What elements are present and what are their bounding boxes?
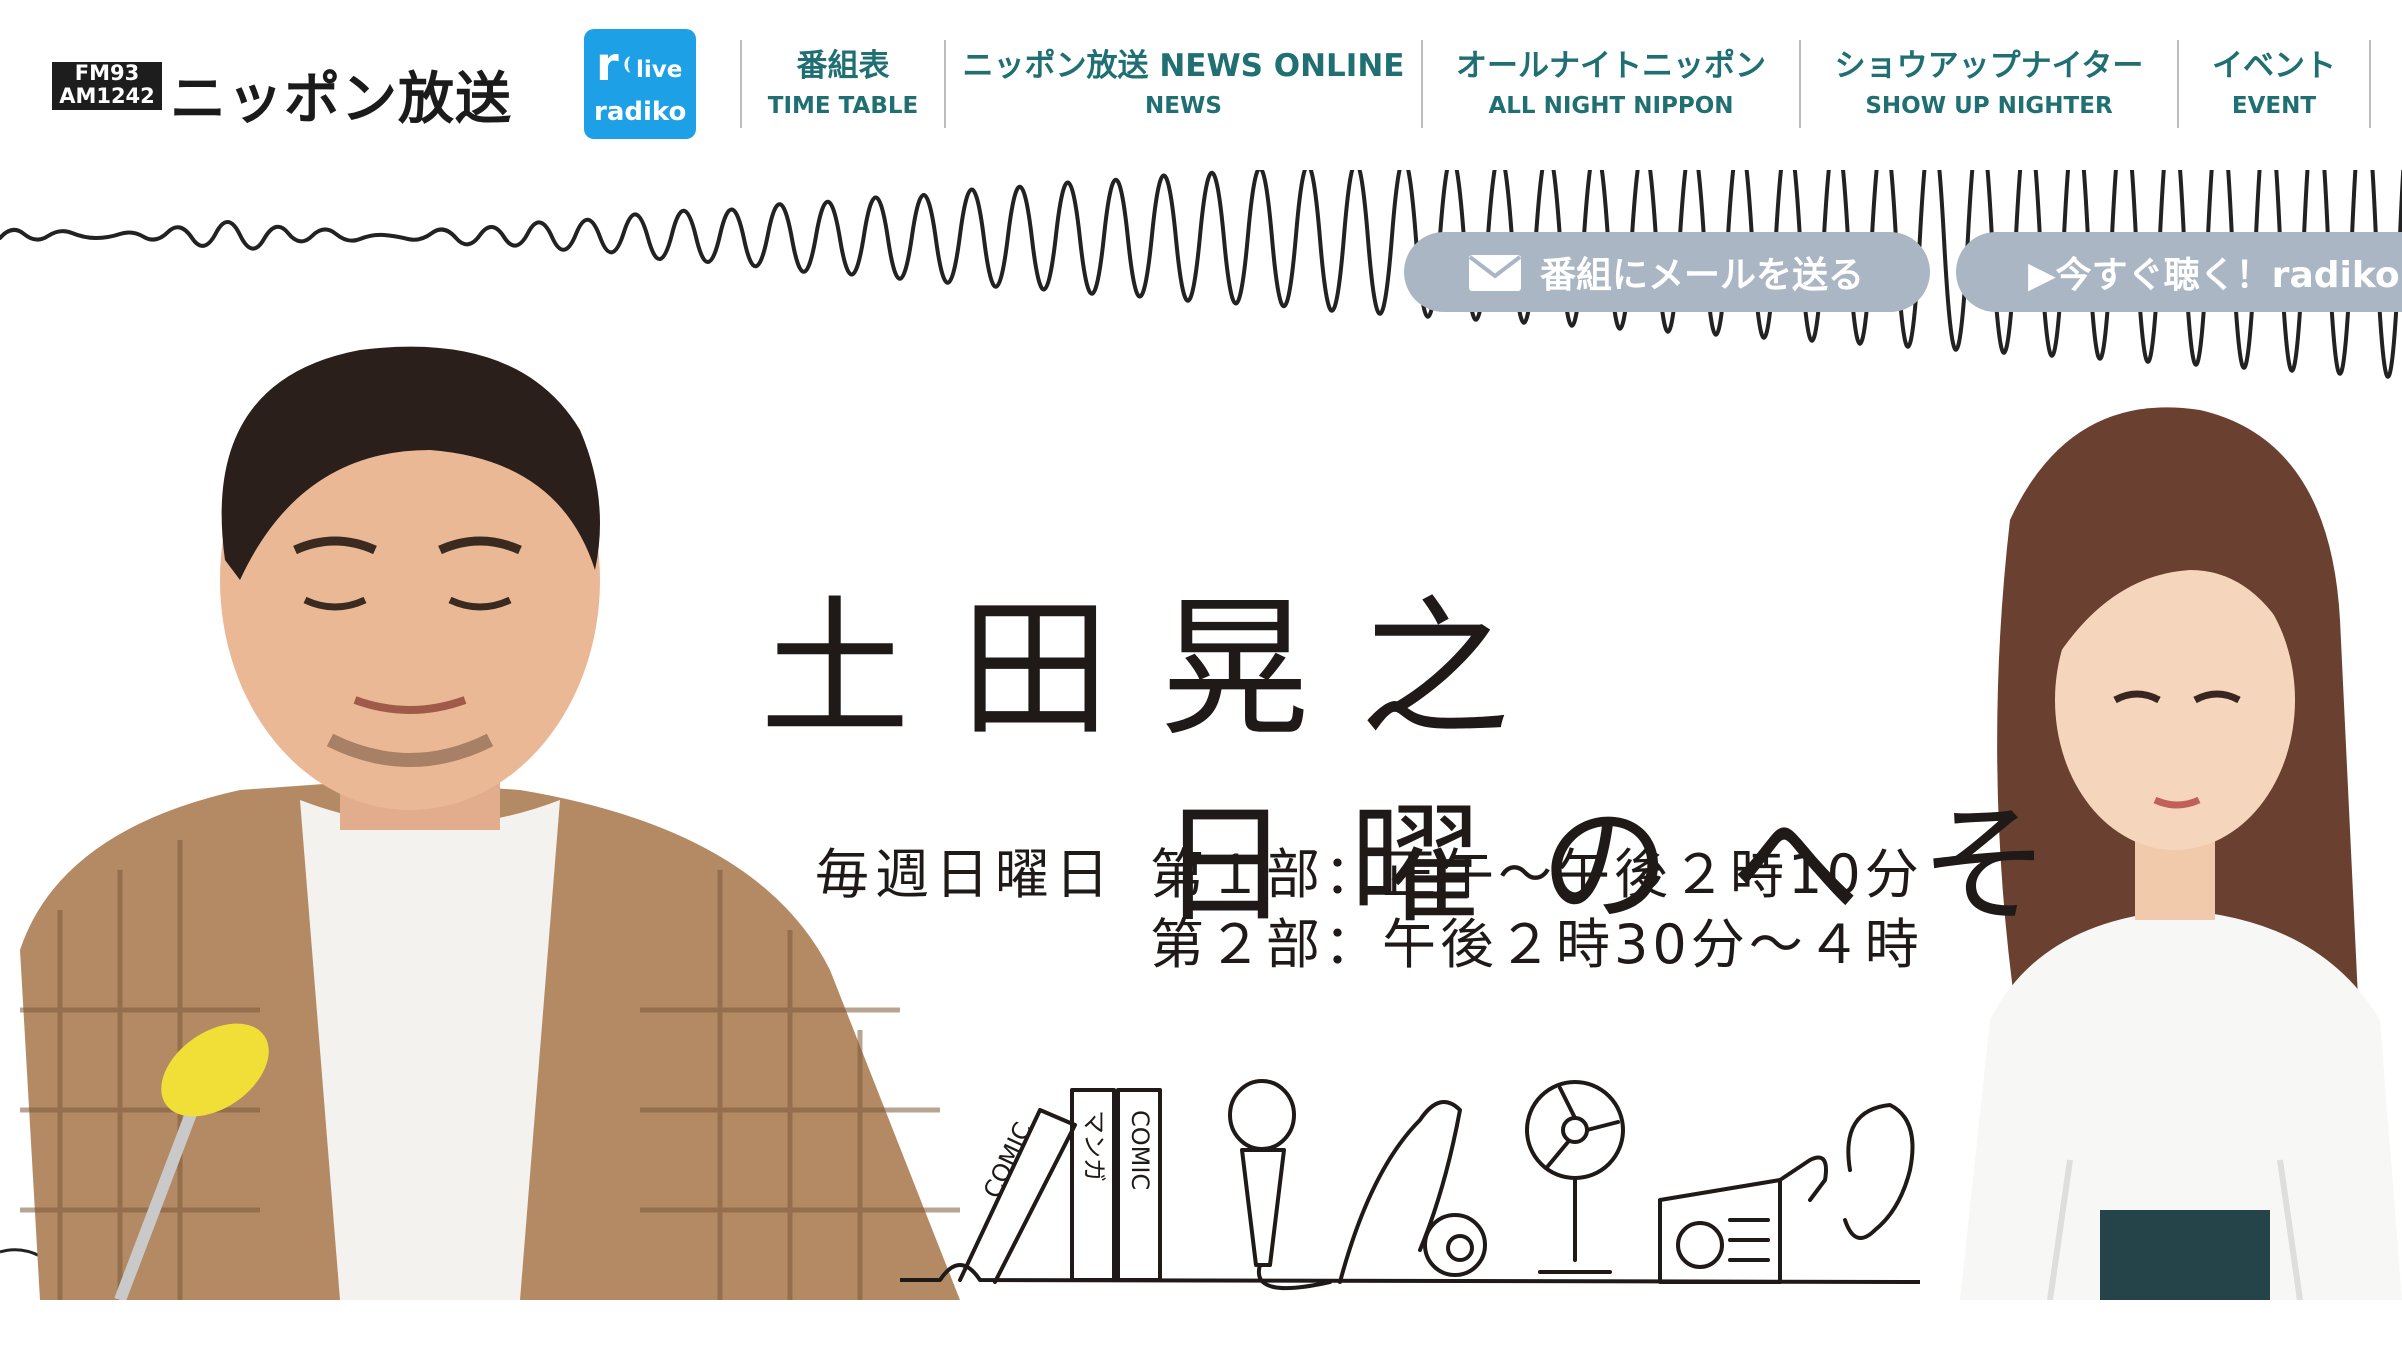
send-mail-button[interactable]: 番組にメールを送る xyxy=(1404,232,1930,312)
nav-label-jp: ニッポン放送 NEWS ONLINE xyxy=(962,48,1405,84)
listen-now-button[interactable]: ▶今すぐ聴く！radiko xyxy=(1956,232,2402,312)
station-logo[interactable]: FM93 AM1242 ニッポン放送 xyxy=(52,58,542,132)
nav-label-en: TIME TABLE xyxy=(767,93,919,119)
nav-item-timetable[interactable]: 番組表 TIME TABLE xyxy=(740,40,944,128)
doodle-book-label-2: マンガ xyxy=(1080,1110,1108,1182)
radiko-live-button[interactable]: r ⦅ live radiko xyxy=(584,29,696,139)
nav-label-jp: オールナイトニッポン xyxy=(1456,48,1766,84)
am-frequency: AM1242 xyxy=(59,84,155,108)
nav-label-en: SHOW UP NIGHTER xyxy=(1865,93,2113,119)
radiko-live-label: live xyxy=(636,57,683,83)
nav-label-en: EVENT xyxy=(2231,93,2317,119)
radiko-r-glyph: r xyxy=(596,37,619,91)
radiko-wordmark: radiko xyxy=(594,97,687,127)
nav-item-show-up-nighter[interactable]: ショウアップナイター SHOW UP NIGHTER xyxy=(1799,40,2177,128)
fm-frequency: FM93 xyxy=(74,61,140,85)
nav-item-event[interactable]: イベント EVENT xyxy=(2177,40,2371,128)
nav-label-en: NEWS xyxy=(1145,93,1222,119)
nav-label-en: ALL NIGHT NIPPON xyxy=(1488,93,1734,119)
nav-item-news[interactable]: ニッポン放送 NEWS ONLINE NEWS xyxy=(944,40,1421,128)
mail-icon xyxy=(1468,255,1522,291)
send-mail-label: 番組にメールを送る xyxy=(1540,255,1865,296)
broadcast-day: 毎週日曜日 xyxy=(815,843,1115,906)
listen-now-label: ▶今すぐ聴く！radiko xyxy=(2028,255,2400,296)
nav-label-jp: イベント xyxy=(2212,48,2336,84)
schedule-part-1: 第１部：正午〜午後２時10分 xyxy=(1150,843,1923,906)
schedule-part-2: 第２部：午後２時30分〜４時 xyxy=(1150,913,1923,976)
hobby-doodles: COMIC マンガ COMIC xyxy=(900,1079,1920,1291)
broadcast-wave-icon: ⦅ xyxy=(624,53,630,74)
site-header: FM93 AM1242 ニッポン放送 r ⦅ live radiko 番組表 T… xyxy=(0,0,2402,170)
nav-label-jp: ショウアップナイター xyxy=(1834,48,2144,84)
host-photo xyxy=(20,346,960,1300)
frequency-badge: FM93 AM1242 xyxy=(52,62,162,110)
station-name: ニッポン放送 xyxy=(170,67,512,132)
doodle-book-label-1: COMIC xyxy=(978,1118,1037,1203)
doodle-book-label-3: COMIC xyxy=(1126,1110,1154,1190)
program-title-host: 土田晃之 xyxy=(760,583,1561,757)
nav-item-all-night-nippon[interactable]: オールナイトニッポン ALL NIGHT NIPPON xyxy=(1421,40,1799,128)
global-nav: 番組表 TIME TABLE ニッポン放送 NEWS ONLINE NEWS オ… xyxy=(740,40,2371,128)
program-hero: 番組にメールを送る ▶今すぐ聴く！radiko 土田晃之 日曜のへそ 毎週日曜日… xyxy=(0,170,2402,1300)
nav-label-jp: 番組表 xyxy=(796,48,890,84)
